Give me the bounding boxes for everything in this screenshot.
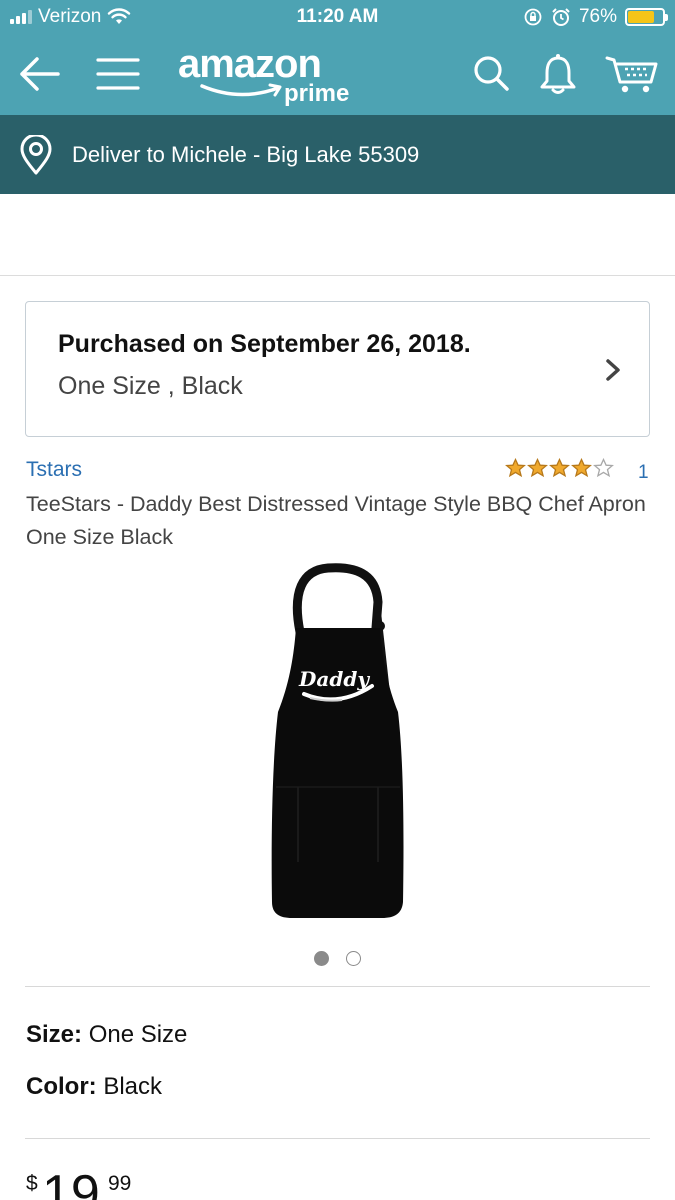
nav-bar: amazon prime	[0, 36, 675, 115]
star-icon	[505, 458, 526, 478]
star-icon	[593, 458, 614, 478]
status-bar: Verizon 11:20 AM 76%	[0, 0, 675, 36]
menu-icon[interactable]	[94, 50, 142, 98]
color-label: Color:	[26, 1073, 97, 1100]
rating-stars[interactable]	[505, 458, 614, 478]
purchased-variant: One Size , Black	[58, 372, 243, 400]
brand-link[interactable]: Tstars	[26, 458, 82, 482]
apron-print-text: Daddy	[298, 667, 370, 691]
alarm-icon	[552, 8, 570, 26]
price-currency: $	[26, 1172, 38, 1195]
carousel-dot[interactable]	[314, 951, 329, 966]
section-divider	[0, 275, 675, 276]
back-arrow-icon[interactable]	[15, 50, 63, 98]
product-title: TeeStars - Daddy Best Distressed Vintage…	[26, 492, 646, 549]
price-fraction: 99	[108, 1172, 132, 1195]
delivery-text: Deliver to Michele - Big Lake 55309	[72, 141, 420, 167]
battery-percent: 76%	[578, 6, 617, 27]
purchased-date: Purchased on September 26, 2018.	[58, 330, 471, 358]
rotation-lock-icon	[524, 8, 542, 26]
product-image[interactable]: Daddy	[258, 562, 418, 922]
image-carousel-dots[interactable]	[0, 951, 675, 966]
size-label: Size:	[26, 1021, 83, 1048]
color-value: Black	[103, 1073, 163, 1100]
search-icon[interactable]	[467, 50, 515, 98]
battery-icon	[625, 8, 668, 26]
logo-prime: prime	[284, 80, 350, 107]
divider	[25, 986, 650, 987]
battery-fill	[628, 11, 654, 23]
star-icon	[571, 458, 592, 478]
status-right: 76%	[523, 6, 668, 28]
cart-icon[interactable]	[604, 50, 660, 98]
carousel-dot[interactable]	[346, 951, 361, 966]
size-value: One Size	[88, 1021, 188, 1048]
bell-icon[interactable]	[534, 50, 582, 98]
delivery-bar[interactable]: Deliver to Michele - Big Lake 55309	[0, 115, 675, 194]
chevron-right-icon	[606, 359, 620, 381]
divider	[25, 1138, 650, 1139]
rating-count[interactable]: 1	[638, 462, 649, 484]
star-icon	[549, 458, 570, 478]
star-icon	[527, 458, 548, 478]
amazon-prime-logo[interactable]: amazon prime	[178, 42, 358, 107]
location-pin-icon	[20, 134, 52, 174]
size-row: Size: One Size	[26, 1021, 187, 1049]
color-row: Color: Black	[26, 1073, 162, 1101]
price-whole: 19	[42, 1165, 100, 1200]
smile-icon	[200, 83, 282, 97]
purchase-history-card[interactable]: Purchased on September 26, 2018. One Siz…	[25, 301, 650, 437]
